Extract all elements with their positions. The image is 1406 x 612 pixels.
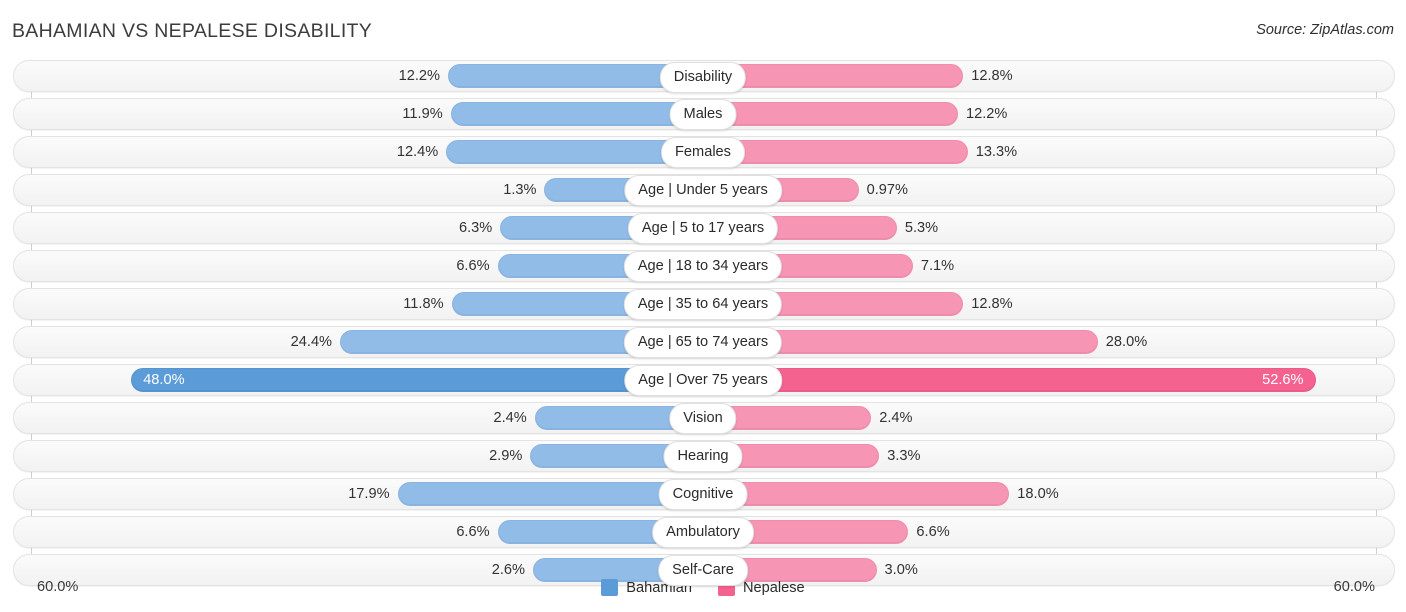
bar-row[interactable]: 12.2% 12.8% Disability <box>0 58 1406 94</box>
value-label-bahamian: 24.4% <box>290 333 333 350</box>
page-title: BAHAMIAN VS NEPALESE DISABILITY <box>12 20 373 42</box>
bar-row[interactable]: 1.3% 0.97% Age | Under 5 years <box>0 172 1406 208</box>
value-label-nepalese: 18.0% <box>1017 485 1059 502</box>
bar-row[interactable]: 11.9% 12.2% Males <box>0 96 1406 132</box>
category-label[interactable]: Vision <box>669 403 737 435</box>
category-label[interactable]: Ambulatory <box>652 517 754 549</box>
value-label-nepalese: 28.0% <box>1105 333 1148 350</box>
bar-row[interactable]: 6.6% 7.1% Age | 18 to 34 years <box>0 248 1406 284</box>
value-label-bahamian: 48.0% <box>143 371 185 388</box>
source-attribution: Source: ZipAtlas.com <box>1256 22 1394 38</box>
bar-row[interactable]: 6.3% 5.3% Age | 5 to 17 years <box>0 210 1406 246</box>
value-label-bahamian: 6.6% <box>456 523 490 540</box>
value-label-nepalese: 6.6% <box>916 523 950 540</box>
bar-rows-container: 12.2% 12.8% Disability 11.9% 12.2% Males 12.4%… <box>0 58 1406 590</box>
bar-nepalese <box>703 481 1010 506</box>
value-label-nepalese: 12.8% <box>971 68 1013 84</box>
category-label[interactable]: Age | Under 5 years <box>624 175 782 207</box>
value-label-nepalese: 52.6% <box>1262 371 1304 388</box>
value-label-bahamian: 11.8% <box>403 295 444 312</box>
value-label-bahamian: 12.4% <box>396 143 439 160</box>
category-label[interactable]: Age | 18 to 34 years <box>623 251 783 283</box>
category-label[interactable]: Hearing <box>663 441 743 473</box>
value-label-bahamian: 2.9% <box>489 447 523 464</box>
bar-nepalese <box>703 101 958 126</box>
bar-row[interactable]: 2.4% 2.4% Vision <box>0 400 1406 436</box>
bar-row[interactable]: 24.4% 28.0% Age | 65 to 74 years <box>0 324 1406 360</box>
value-label-bahamian: 17.9% <box>348 485 390 502</box>
value-label-bahamian: 12.2% <box>398 68 441 84</box>
value-label-nepalese: 12.2% <box>965 105 1008 122</box>
value-label-nepalese: 13.3% <box>975 143 1018 160</box>
bar-row[interactable]: 17.9% 18.0% Cognitive <box>0 476 1406 512</box>
chart-header: BAHAMIAN VS NEPALESE DISABILITY Source: … <box>0 0 1406 58</box>
category-label[interactable]: Disability <box>659 61 747 93</box>
bar-row[interactable]: 2.9% 3.3% Hearing <box>0 438 1406 474</box>
value-label-bahamian: 6.3% <box>458 219 493 236</box>
value-label-nepalese: 5.3% <box>904 219 939 236</box>
category-label[interactable]: Self-Care <box>658 555 748 587</box>
category-label[interactable]: Females <box>661 137 745 169</box>
category-label[interactable]: Age | 35 to 64 years <box>623 289 783 321</box>
legend-swatch-icon <box>601 579 619 596</box>
legend-label: Nepalese <box>743 579 805 596</box>
value-label-nepalese: 7.1% <box>920 257 955 274</box>
bar-row[interactable]: 12.4% 13.3% Females <box>0 134 1406 170</box>
value-label-bahamian: 11.9% <box>402 105 443 122</box>
bar-bahamian <box>450 101 703 126</box>
category-label[interactable]: Cognitive <box>658 479 748 511</box>
value-label-nepalese: 2.4% <box>879 409 913 426</box>
value-label-bahamian: 1.3% <box>503 181 537 198</box>
bar-bahamian <box>397 481 703 506</box>
value-label-bahamian: 6.6% <box>456 257 490 274</box>
bar-row[interactable]: 11.8% 12.8% Age | 35 to 64 years <box>0 286 1406 322</box>
category-label[interactable]: Males <box>669 99 737 131</box>
bar-row[interactable]: 48.0% 52.6% Age | Over 75 years <box>0 362 1406 398</box>
category-label[interactable]: Age | 65 to 74 years <box>623 327 783 359</box>
chart-plot-area: 12.2% 12.8% Disability 11.9% 12.2% Males 12.4%… <box>0 58 1406 587</box>
value-label-nepalese: 0.97% <box>866 181 908 198</box>
bar-row[interactable]: 6.6% 6.6% Ambulatory <box>0 514 1406 550</box>
value-label-nepalese: 12.8% <box>971 295 1013 312</box>
value-label-nepalese: 3.3% <box>887 447 921 464</box>
category-label[interactable]: Age | Over 75 years <box>624 365 782 397</box>
category-label[interactable]: Age | 5 to 17 years <box>627 213 779 245</box>
value-label-bahamian: 2.4% <box>493 409 527 426</box>
